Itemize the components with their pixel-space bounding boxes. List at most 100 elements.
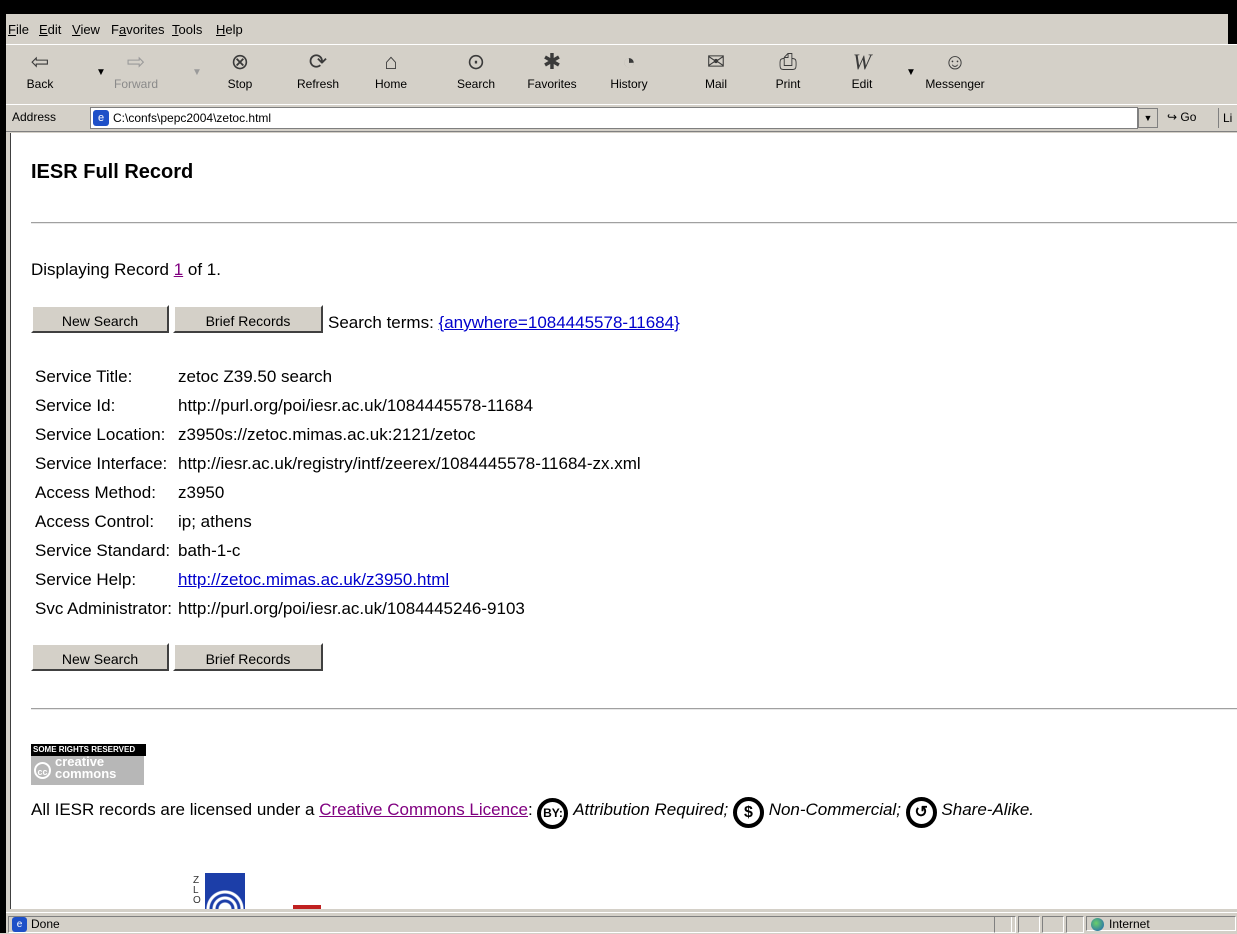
forward-arrow-icon: ⇨ (126, 49, 146, 74)
address-dropdown-icon[interactable]: ▼ (1138, 108, 1158, 128)
status-bar: e Done Internet (6, 912, 1237, 934)
divider (31, 222, 1237, 224)
record-label: Access Control: (35, 511, 155, 531)
menu-edit[interactable]: Edit (39, 22, 61, 37)
address-bar: Address e C:\confs\pepc2004\zetoc.html ▼… (6, 104, 1237, 132)
menu-bar: File Edit View Favorites Tools Help (6, 14, 1228, 44)
creative-commons-badge[interactable]: SOME RIGHTS RESERVED cc creative commons (31, 744, 146, 785)
sharealike-text: Share-Alike (941, 800, 1030, 819)
links-button[interactable]: Li (1218, 108, 1237, 128)
record-row: Service Standard: bath-1-c (33, 536, 645, 565)
record-label: Service Help: (35, 569, 137, 589)
page-title: IESR Full Record (31, 161, 194, 183)
title-bar (0, 0, 1237, 14)
browser-window: File Edit View Favorites Tools Help ⇦ Ba… (0, 0, 1237, 934)
mail-button[interactable]: ✉ Mail (694, 49, 738, 91)
record-label: Svc Administrator: (35, 598, 172, 618)
record-label: Service Title: (35, 366, 133, 386)
record-row: Service Interface: http://iesr.ac.uk/regi… (33, 449, 645, 478)
back-dropdown-icon[interactable]: ▼ (96, 67, 106, 78)
back-button[interactable]: ⇦ Back (20, 49, 60, 91)
license-text: All IESR records are licensed under a Cr… (31, 797, 1211, 829)
refresh-button[interactable]: ⟳ Refresh (290, 49, 346, 91)
record-row: Service Id: http://purl.org/poi/iesr.ac.u… (33, 391, 645, 420)
favorites-button[interactable]: ✱ Favorites (522, 49, 582, 91)
noncommercial-text: Non-Commercial; (768, 800, 901, 819)
go-arrow-icon: ↪ (1167, 110, 1178, 124)
divider-bottom (31, 708, 1237, 710)
status-cell (1042, 916, 1064, 933)
history-button[interactable]: ◔ History (604, 49, 654, 91)
record-value: bath-1-c (178, 540, 241, 560)
cc-icon: cc (34, 762, 51, 779)
status-cell (1066, 916, 1084, 933)
address-value: C:\confs\pepc2004\zetoc.html (113, 111, 272, 125)
word-edit-icon: W (852, 49, 872, 74)
record-label: Service Id: (35, 395, 116, 415)
sil-text: Z L O (193, 875, 201, 906)
home-button[interactable]: ⌂ Home (370, 49, 412, 91)
record-row: Access Method: z3950 (33, 478, 645, 507)
search-icon: ⊙ (466, 49, 486, 74)
record-row: Service Help: http://zetoc.mimas.ac.uk/z3… (33, 565, 645, 594)
license-link[interactable]: Creative Commons Licence (319, 800, 528, 819)
record-value-cell: http://zetoc.mimas.ac.uk/z3950.html (176, 565, 645, 594)
record-row: Service Title: zetoc Z39.50 search (33, 362, 645, 391)
edit-button[interactable]: W Edit (844, 49, 880, 91)
search-terms-link[interactable]: {anywhere=1084445578-11684} (439, 313, 680, 332)
home-icon: ⌂ (384, 49, 398, 74)
print-button[interactable]: ⎙ Print (768, 49, 808, 91)
page-content: IESR Full Record Displaying Record 1 of … (10, 133, 1237, 909)
status-text: e Done (8, 916, 1012, 933)
brief-records-button-bottom[interactable]: Brief Records (173, 643, 323, 671)
record-value: http://iesr.ac.uk/registry/intf/zeerex/1… (178, 453, 641, 473)
record-value: http://purl.org/poi/iesr.ac.uk/108444524… (178, 598, 525, 618)
back-arrow-icon: ⇦ (30, 49, 50, 74)
record-value: zetoc Z39.50 search (178, 366, 333, 386)
record-value: ip; athens (178, 511, 252, 531)
security-zone: Internet (1086, 916, 1236, 931)
forward-dropdown-icon[interactable]: ▼ (192, 67, 202, 78)
record-value-link[interactable]: http://zetoc.mimas.ac.uk/z3950.html (178, 570, 449, 589)
record-label: Service Location: (35, 424, 166, 444)
sharealike-icon: ↺ (905, 797, 937, 828)
attribution-icon: BY: (537, 798, 569, 829)
edit-dropdown-icon[interactable]: ▼ (906, 67, 916, 78)
print-icon: ⎙ (779, 49, 797, 74)
record-number-link[interactable]: 1 (174, 260, 183, 279)
search-button[interactable]: ⊙ Search (452, 49, 500, 91)
record-label: Access Method: (35, 482, 156, 502)
record-row: Access Control: ip; athens (33, 507, 645, 536)
globe-icon (1091, 918, 1104, 931)
address-input[interactable]: e C:\confs\pepc2004\zetoc.html (90, 107, 1138, 129)
window-border (0, 0, 6, 933)
brief-records-button[interactable]: Brief Records (173, 305, 323, 333)
attribution-text: Attribution Required; (573, 800, 729, 819)
new-search-button-bottom[interactable]: New Search (31, 643, 169, 671)
menu-file[interactable]: File (8, 22, 29, 37)
search-terms: Search terms: {anywhere=1084445578-11684… (328, 313, 680, 332)
status-cell (994, 916, 1016, 933)
go-button[interactable]: ↪ Go (1167, 110, 1196, 124)
menu-favorites[interactable]: Favorites (111, 22, 164, 37)
mail-icon: ✉ (706, 49, 726, 74)
menu-view[interactable]: View (72, 22, 100, 37)
record-table: Service Title: zetoc Z39.50 search Service… (33, 362, 645, 623)
refresh-icon: ⟳ (308, 49, 328, 74)
partner-logo-partial (293, 905, 321, 909)
menu-help[interactable]: Help (216, 22, 243, 37)
stop-icon: ⊗ (230, 49, 250, 74)
toolbar: ⇦ Back ▼ ⇨ Forward ▼ ⊗ Stop ⟳ Refresh ⌂ … (6, 44, 1237, 105)
record-value: http://purl.org/poi/iesr.ac.uk/108444557… (178, 395, 534, 415)
messenger-button[interactable]: ☺ Messenger (920, 49, 990, 91)
forward-button[interactable]: ⇨ Forward (110, 49, 162, 91)
messenger-icon: ☺ (943, 49, 967, 74)
new-search-button[interactable]: New Search (31, 305, 169, 333)
noncommercial-icon: $ (732, 797, 764, 828)
menu-tools[interactable]: Tools (172, 22, 202, 37)
record-value: z3950 (178, 482, 225, 502)
favorites-icon: ✱ (542, 49, 562, 74)
stop-button[interactable]: ⊗ Stop (220, 49, 260, 91)
displaying-record-text: Displaying Record 1 of 1. (31, 260, 221, 279)
record-value: z3950s://zetoc.mimas.ac.uk:2121/zetoc (178, 424, 476, 444)
